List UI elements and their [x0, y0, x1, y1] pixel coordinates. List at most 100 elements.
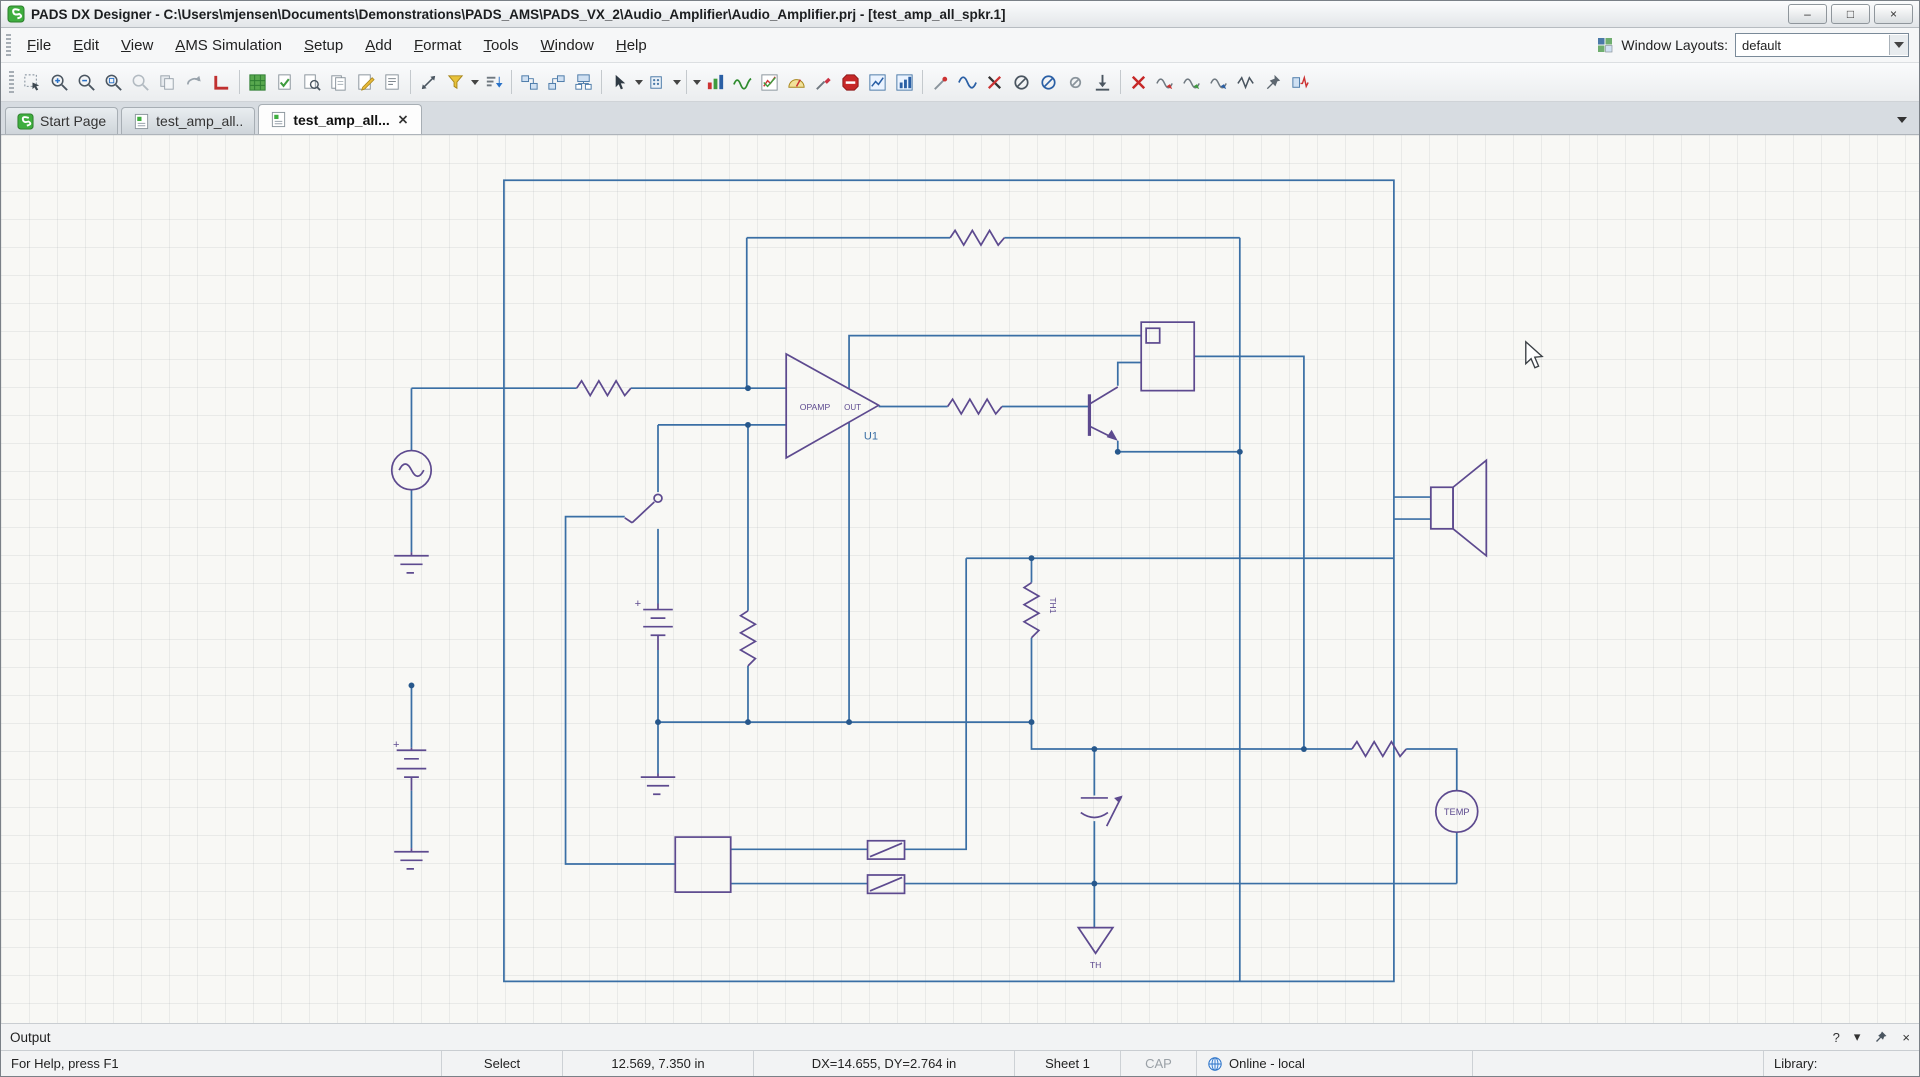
zoom-select-icon[interactable]	[127, 69, 154, 96]
close-button[interactable]: ×	[1874, 4, 1913, 24]
measure-icon[interactable]	[415, 69, 442, 96]
ground-battery1-symbol[interactable]	[641, 773, 676, 794]
tab-test-amp-1[interactable]: test_amp_all..	[121, 107, 255, 134]
menu-view[interactable]: View	[110, 37, 164, 54]
fuse-1-symbol[interactable]	[868, 841, 905, 859]
sim-chart-icon[interactable]	[756, 69, 783, 96]
select-mode-icon[interactable]	[606, 69, 633, 96]
page-zoom-icon[interactable]	[298, 69, 325, 96]
zoom-out-icon[interactable]	[73, 69, 100, 96]
board-view-icon[interactable]	[244, 69, 271, 96]
toolbar-grip[interactable]	[9, 71, 14, 93]
pin-icon[interactable]	[1874, 1030, 1888, 1044]
page-edit-icon[interactable]	[352, 69, 379, 96]
place-part-icon[interactable]	[644, 69, 671, 96]
resistor-bias[interactable]	[741, 611, 756, 666]
menu-add[interactable]: Add	[354, 37, 403, 54]
no-connect-b-icon[interactable]	[1035, 69, 1062, 96]
chart-bar-icon[interactable]	[891, 69, 918, 96]
status-connection[interactable]: Online - local	[1196, 1051, 1472, 1076]
window-layouts-select[interactable]: default	[1735, 33, 1909, 57]
zoom-in-icon[interactable]	[46, 69, 73, 96]
control-block-symbol[interactable]	[675, 837, 730, 892]
resistor-feedback[interactable]	[950, 230, 1004, 245]
resistor-input[interactable]	[577, 381, 631, 396]
probe-sine-icon[interactable]	[954, 69, 981, 96]
ground-probe-icon[interactable]	[1089, 69, 1116, 96]
hierarchy-up-icon[interactable]	[543, 69, 570, 96]
panel-close-icon[interactable]: ×	[1902, 1030, 1910, 1045]
select-area-icon[interactable]	[19, 69, 46, 96]
page-list-icon[interactable]	[379, 69, 406, 96]
maximize-button[interactable]: □	[1831, 4, 1870, 24]
menu-help[interactable]: Help	[605, 37, 658, 54]
sim-probe-icon[interactable]	[810, 69, 837, 96]
wave-probe-4-icon[interactable]	[1233, 69, 1260, 96]
menu-ams-simulation[interactable]: AMS Simulation	[164, 37, 293, 54]
ground-source-symbol[interactable]	[394, 552, 429, 573]
pages-icon[interactable]	[325, 69, 352, 96]
help-icon[interactable]: ?	[1833, 1030, 1840, 1045]
ac-source-symbol[interactable]	[392, 451, 431, 490]
remove-x-icon[interactable]	[1125, 69, 1152, 96]
redline-icon[interactable]	[208, 69, 235, 96]
fuse-2-symbol[interactable]	[868, 875, 905, 893]
sim-settings-icon[interactable]	[702, 69, 729, 96]
resistor-output[interactable]	[948, 399, 1002, 414]
delete-probe-icon[interactable]	[981, 69, 1008, 96]
probe-voltage-icon[interactable]	[927, 69, 954, 96]
view-next-icon[interactable]	[181, 69, 208, 96]
select-mode-caret-icon[interactable]	[633, 69, 644, 96]
tab-overflow-icon[interactable]	[1893, 112, 1911, 126]
ground-triangle-symbol[interactable]	[1078, 928, 1113, 954]
filter-icon[interactable]	[442, 69, 469, 96]
toolbar-overflow-icon[interactable]	[691, 69, 702, 96]
sim-wave-icon[interactable]	[729, 69, 756, 96]
filter-caret-icon[interactable]	[469, 69, 480, 96]
stop-icon[interactable]	[837, 69, 864, 96]
menu-file[interactable]: File	[16, 37, 62, 54]
pushpin-icon[interactable]	[1260, 69, 1287, 96]
view-prev-icon[interactable]	[154, 69, 181, 96]
wave-probe-3-icon[interactable]	[1206, 69, 1233, 96]
ground-battery2-symbol[interactable]	[394, 848, 429, 869]
tab-close-icon[interactable]	[396, 113, 410, 127]
resistor-th1[interactable]	[1024, 583, 1039, 638]
wave-probe-1-icon[interactable]	[1152, 69, 1179, 96]
resistor-temp[interactable]	[1352, 742, 1406, 757]
chip-wave-icon[interactable]	[1287, 69, 1314, 96]
sim-meter-icon[interactable]	[783, 69, 810, 96]
menu-window[interactable]: Window	[529, 37, 604, 54]
tab-test-amp-2-active[interactable]: test_amp_all...	[258, 104, 422, 134]
battery-1-symbol[interactable]	[643, 603, 673, 649]
menu-tools[interactable]: Tools	[472, 37, 529, 54]
ic-block-symbol[interactable]	[1141, 322, 1194, 390]
no-connect-c-icon[interactable]	[1062, 69, 1089, 96]
zoom-window-icon[interactable]	[100, 69, 127, 96]
net-wires[interactable]	[411, 180, 1456, 981]
place-part-caret-icon[interactable]	[671, 69, 682, 96]
minimize-button[interactable]: –	[1788, 4, 1827, 24]
menu-setup[interactable]: Setup	[293, 37, 354, 54]
menu-grip[interactable]	[6, 34, 11, 56]
panel-dropdown-icon[interactable]: ▾	[1854, 1029, 1861, 1045]
check-page-icon[interactable]	[271, 69, 298, 96]
hierarchy-down-icon[interactable]	[516, 69, 543, 96]
output-panel-title: Output	[10, 1030, 51, 1045]
tab-start-page[interactable]: Start Page	[5, 107, 118, 134]
chart-line-icon[interactable]	[864, 69, 891, 96]
wave-probe-2-icon[interactable]	[1179, 69, 1206, 96]
schematic-canvas[interactable]: OPAMP OUT U1 TEMP TH TH1 + +	[1, 135, 1919, 1023]
speaker-symbol[interactable]	[1431, 460, 1486, 555]
sort-icon[interactable]	[480, 69, 507, 96]
capacitor-symbol[interactable]	[1081, 795, 1123, 826]
transistor-symbol[interactable]	[1089, 387, 1117, 441]
output-panel-bar[interactable]: Output ? ▾ ×	[1, 1023, 1919, 1050]
chevron-down-icon[interactable]	[1889, 35, 1908, 55]
menu-format[interactable]: Format	[403, 37, 473, 54]
menu-edit[interactable]: Edit	[62, 37, 110, 54]
hierarchy-top-icon[interactable]	[570, 69, 597, 96]
switch-symbol[interactable]	[625, 494, 662, 522]
battery-2-symbol[interactable]	[397, 748, 427, 791]
no-connect-a-icon[interactable]	[1008, 69, 1035, 96]
